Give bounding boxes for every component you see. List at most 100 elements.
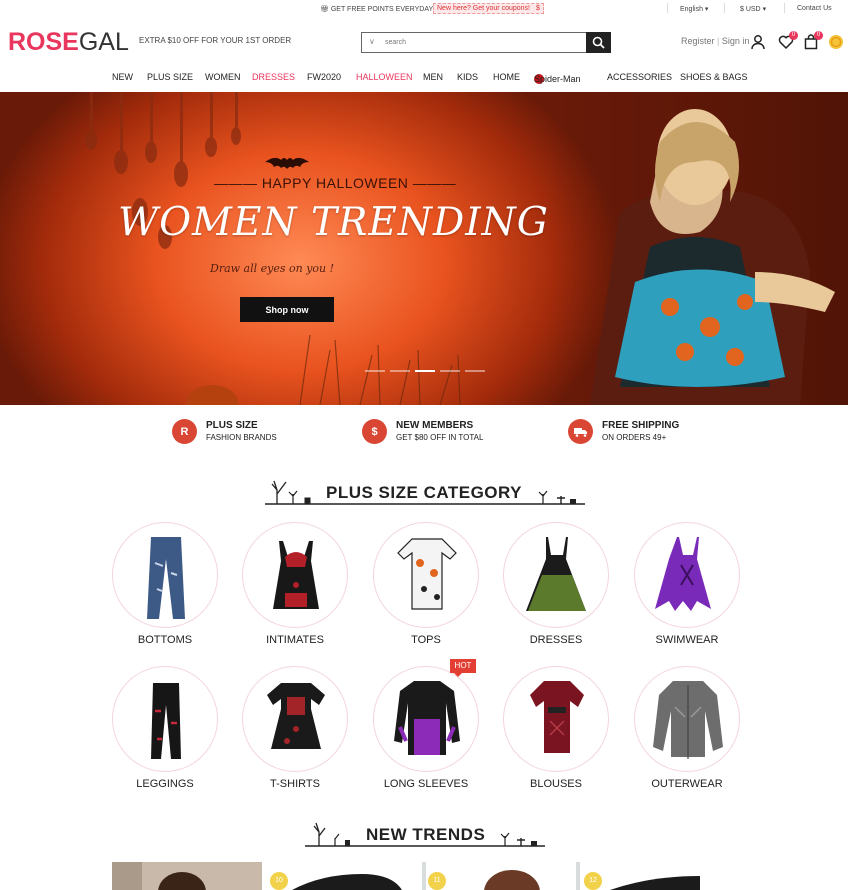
nav-item-home[interactable]: HOME xyxy=(493,72,520,82)
divider: | xyxy=(714,36,722,46)
feature-title: NEW MEMBERS xyxy=(396,420,474,431)
coin-rewards-icon[interactable] xyxy=(828,34,844,50)
category-image xyxy=(242,522,348,628)
category-image xyxy=(503,522,609,628)
nav-item-women[interactable]: WOMEN xyxy=(205,72,241,82)
feature-subtitle: ON ORDERS 49+ xyxy=(602,433,667,442)
divider xyxy=(667,3,668,13)
nav-item-kids[interactable]: KIDS xyxy=(457,72,478,82)
nav-item-dresses[interactable]: DRESSES xyxy=(252,72,295,82)
carousel-dot[interactable] xyxy=(465,370,485,372)
hero-banner[interactable]: ——— HAPPY HALLOWEEN ——— WOMEN TRENDING D… xyxy=(0,92,848,405)
trend-rank-badge: 12 xyxy=(584,872,602,890)
divider xyxy=(784,3,785,13)
shop-now-button[interactable]: Shop now xyxy=(240,297,334,322)
category-label: LEGGINGS xyxy=(136,778,194,790)
bat-icon xyxy=(265,157,309,169)
category-image xyxy=(242,666,348,772)
divider xyxy=(724,3,725,13)
nav-item-plus-size[interactable]: PLUS SIZE xyxy=(147,72,193,82)
new-trends-strip: 10 11 12 xyxy=(112,862,739,890)
wishlist-heart-icon[interactable]: 0 xyxy=(778,31,798,50)
carousel-dot[interactable] xyxy=(440,370,460,372)
category-image xyxy=(503,666,609,772)
register-link[interactable]: Register xyxy=(681,36,715,46)
category-label: BOTTOMS xyxy=(137,634,193,646)
feature-title: FREE SHIPPING xyxy=(602,420,680,431)
free-points-link[interactable]: 🎁︎ GET FREE POINTS EVERYDAY xyxy=(320,5,433,13)
feature-subtitle: FASHION BRANDS xyxy=(206,433,277,442)
model-illustration xyxy=(590,109,835,405)
wishlist-count-badge: 0 xyxy=(789,31,798,40)
category-image xyxy=(634,522,740,628)
cart-count-badge: 0 xyxy=(814,31,823,40)
site-header: ROSEGAL EXTRA $10 OFF FOR YOUR 1ST ORDER… xyxy=(0,18,848,68)
search-icon xyxy=(592,36,605,49)
search-placeholder: search xyxy=(385,39,407,46)
trend-card[interactable] xyxy=(580,862,739,890)
section-title: PLUS SIZE CATEGORY xyxy=(326,483,523,502)
nav-item-men[interactable]: MEN xyxy=(423,72,443,82)
nav-item-shoes-bags[interactable]: SHOES & BAGS xyxy=(680,72,748,82)
new-trends-heading: NEW TRENDS xyxy=(0,820,848,850)
rosegal-r-icon: R xyxy=(172,419,197,444)
feature-strip: R PLUS SIZE FASHION BRANDS $ NEW MEMBERS… xyxy=(0,413,848,453)
coupon-banner[interactable]: New here? Get your coupons! $ xyxy=(433,3,544,14)
hot-badge: HOT xyxy=(450,659,476,677)
coupon-icon: $ xyxy=(362,419,387,444)
user-icon[interactable] xyxy=(750,34,766,50)
truck-icon xyxy=(568,419,593,444)
carousel-dot[interactable] xyxy=(390,370,410,372)
category-label: TOPS xyxy=(411,634,441,646)
nav-item-new[interactable]: NEW xyxy=(112,72,133,82)
hero-kicker: ——— HAPPY HALLOWEEN ——— xyxy=(214,175,457,191)
feature-title: PLUS SIZE xyxy=(206,420,258,431)
free-points-label: GET FREE POINTS EVERYDAY xyxy=(330,6,434,13)
language-label: English xyxy=(680,6,703,13)
nav-item-halloween[interactable]: HALLOWEEN xyxy=(356,72,413,82)
chevron-down-icon: ▾ xyxy=(762,6,767,13)
category-image xyxy=(112,666,218,772)
trend-rank-badge: 11 xyxy=(428,872,446,890)
category-image xyxy=(112,522,218,628)
trend-card[interactable] xyxy=(112,862,262,890)
category-label: BLOUSES xyxy=(530,778,582,790)
trend-card[interactable] xyxy=(426,862,576,890)
hero-title: WOMEN TRENDING xyxy=(118,200,549,245)
search-button[interactable] xyxy=(586,32,611,53)
main-nav: NEW PLUS SIZE WOMEN DRESSES FW2020 HALLO… xyxy=(0,70,848,84)
trend-rank-badge: 10 xyxy=(270,872,288,890)
nav-item-fw2020[interactable]: FW2020 xyxy=(307,72,341,82)
currency-label: $ USD xyxy=(740,6,761,13)
carousel-dot[interactable] xyxy=(365,370,385,372)
contact-us-link[interactable]: Contact Us xyxy=(797,5,832,12)
category-label: SWIMWEAR xyxy=(655,634,719,646)
category-image xyxy=(373,522,479,628)
language-select[interactable]: English ▾ xyxy=(680,5,708,13)
logo-part-rose: ROSE xyxy=(8,28,79,56)
sign-in-link[interactable]: Sign in xyxy=(722,36,750,46)
hero-kicker-text: HAPPY HALLOWEEN xyxy=(261,175,409,191)
coupon-label: New here? Get your coupons! xyxy=(437,5,530,12)
search-input[interactable]: ∨ search xyxy=(361,32,586,53)
category-label: INTIMATES xyxy=(266,634,324,646)
first-order-tagline: EXTRA $10 OFF FOR YOUR 1ST ORDER xyxy=(139,36,292,45)
logo-part-gal: GAL xyxy=(78,28,129,56)
plus-size-category-heading: PLUS SIZE CATEGORY xyxy=(0,478,848,508)
site-logo[interactable]: ROSEGAL xyxy=(8,28,129,57)
category-image xyxy=(373,666,479,772)
currency-select[interactable]: $ USD ▾ xyxy=(740,5,766,13)
category-label: T-SHIRTS xyxy=(270,778,320,790)
account-links: Register | Sign in xyxy=(681,36,749,46)
carousel-dot-active[interactable] xyxy=(415,370,435,372)
category-image xyxy=(634,666,740,772)
category-label: LONG SLEEVES xyxy=(383,778,469,790)
category-label: DRESSES xyxy=(529,634,583,646)
category-label: OUTERWEAR xyxy=(651,778,723,790)
nav-item-accessories[interactable]: ACCESSORIES xyxy=(607,72,672,82)
chevron-down-icon[interactable]: ∨ xyxy=(369,37,375,46)
coupon-amount: $ xyxy=(536,5,540,12)
top-bar: 🎁︎ GET FREE POINTS EVERYDAY New here? Ge… xyxy=(0,0,848,18)
feature-subtitle: GET $80 OFF IN TOTAL xyxy=(396,433,484,442)
cart-bag-icon[interactable]: 0 xyxy=(803,31,823,50)
